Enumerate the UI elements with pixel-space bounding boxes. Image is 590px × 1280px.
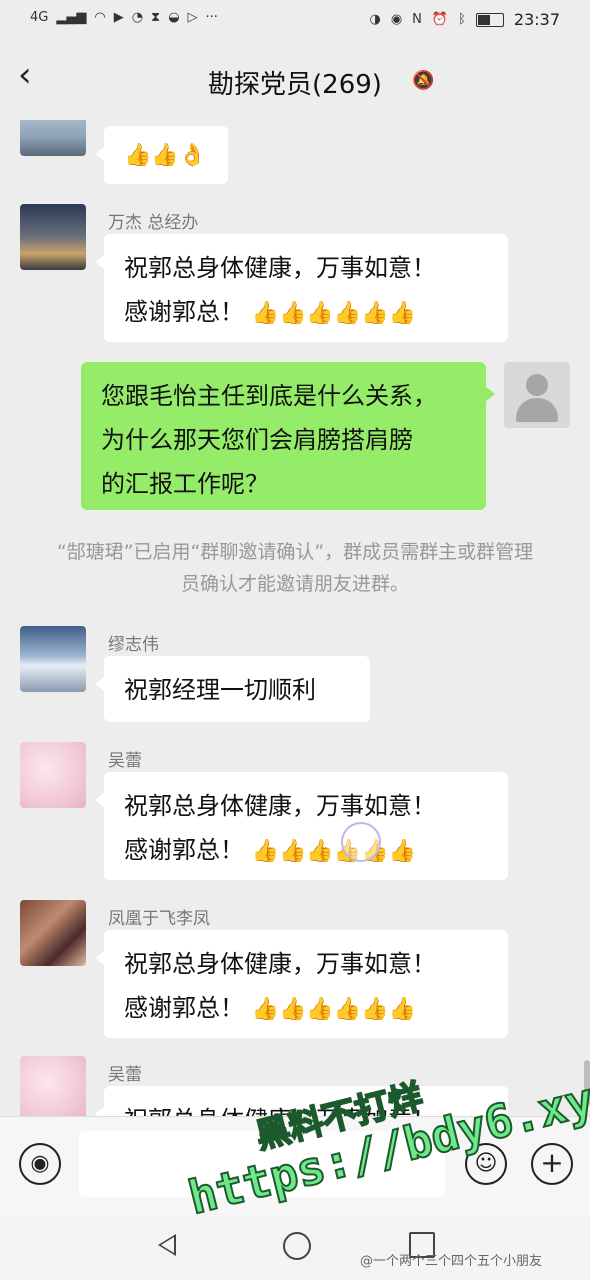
voice-icon[interactable]: ◉ — [19, 1143, 61, 1185]
message-text-line2: 感谢郭总！ 👍👍👍👍👍👍 — [124, 290, 488, 336]
message-text: 感谢郭总！ — [124, 836, 244, 864]
message-text: 祝郭总身体健康，万事如意！ — [124, 254, 436, 282]
message-bubble[interactable]: 祝郭总身体健康，万事如意！ 感谢郭总！ 👍👍👍👍👍👍 — [95, 930, 508, 1038]
message-text: 感谢郭总！ — [124, 298, 244, 326]
plus-icon[interactable]: + — [531, 1143, 573, 1185]
sender-name: 吴蕾 — [108, 751, 142, 771]
chat-header: ‹ 勘探党员(269) 🔕 — [0, 40, 590, 120]
avatar[interactable] — [20, 204, 86, 270]
message-bubble[interactable]: 您跟毛怡主任到底是什么关系， 为什么那天您们会肩膀搭肩膀 的汇报工作呢？ — [81, 362, 495, 510]
person-body — [516, 398, 558, 422]
battery-icon — [475, 12, 504, 27]
message-text-line2: 感谢郭总！ 👍👍👍👍👍👍 — [124, 986, 488, 1032]
message-bubble[interactable]: 祝郭总身体健康，万事如意！ 感谢郭总！ 👍👍👍👍👍👍 — [95, 234, 508, 342]
message-text: 的汇报工作呢？ — [101, 470, 269, 498]
message-bubble[interactable]: 祝郭经理一切顺利 — [95, 656, 370, 722]
battery-fill — [477, 14, 490, 25]
more-icon: ··· — [205, 10, 218, 25]
avatar[interactable] — [20, 626, 86, 692]
status-left: 4G ▂▄▆ ◠ ▶ ◔ ⧗ ◒ ▷ ··· — [30, 10, 218, 25]
touch-indicator — [341, 822, 381, 862]
chat-title: 勘探党员(269) — [208, 70, 382, 100]
message-bubble[interactable]: 👍👍👌 — [94, 126, 229, 184]
thumbs-up-icon: 👍👍👍👍👍👍 — [251, 839, 416, 864]
message-text: 祝郭总身体健康，万事如意！ — [124, 950, 436, 978]
message-list[interactable]: 👍👍👌 万杰 总经办 祝郭总身体健康，万事如意！ 感谢郭总！ 👍👍👍👍👍👍 您跟… — [0, 120, 590, 1116]
eye-icon: ◉ — [390, 12, 403, 27]
sender-name: 万杰 总经办 — [108, 213, 199, 233]
person-icon — [526, 374, 548, 396]
thumbs-up-icon: 👍👍👌 — [124, 143, 207, 168]
avatar[interactable] — [20, 742, 86, 808]
nav-home-icon[interactable] — [283, 1232, 311, 1260]
nfc-icon: N — [412, 12, 422, 27]
bell-off-icon: 🔕 — [412, 70, 435, 91]
message-input[interactable] — [79, 1131, 445, 1197]
play-app-icon: ▷ — [187, 10, 198, 25]
message-text: 为什么那天您们会肩膀搭肩膀 — [101, 426, 413, 454]
app-icon: ◔ — [131, 10, 144, 25]
avatar[interactable] — [504, 362, 570, 428]
message-bubble[interactable]: 祝郭总身体健康，万事如意！ 感谢郭总！ 👍👍👍👍👍👍 — [95, 772, 508, 880]
scrollbar[interactable] — [584, 1060, 590, 1106]
status-bar: 4G ▂▄▆ ◠ ▶ ◔ ⧗ ◒ ▷ ··· ◑ ◉ N ⏰ ᛒ 23:37 — [0, 0, 590, 40]
message-text: 祝郭总身体健康，万事如意！ — [124, 792, 436, 820]
video-icon: ▶ — [113, 10, 124, 25]
emoji-icon[interactable]: ☺ — [465, 1143, 507, 1185]
sender-name: 吴蕾 — [108, 1065, 142, 1085]
system-notice: “郜瑭珺”已启用“群聊邀请确认”，群成员需群主或群管理员确认才能邀请朋友进群。 — [56, 541, 534, 595]
thumbs-up-icon: 👍👍👍👍👍👍 — [251, 997, 416, 1022]
credit-text: @一个两个三个四个五个小朋友 — [360, 1254, 543, 1269]
nav-back-icon[interactable] — [158, 1234, 176, 1256]
message-bubble[interactable]: 祝郭总身体健康，万事如意！ — [95, 1086, 508, 1116]
message-text-line2: 感谢郭总！ 👍👍👍👍👍👍 — [124, 828, 488, 874]
bluetooth-icon: ᛒ — [458, 12, 466, 27]
hourglass-icon: ⧗ — [151, 10, 161, 25]
message-text: 您跟毛怡主任到底是什么关系， — [101, 382, 437, 410]
app2-icon: ◒ — [168, 10, 180, 25]
dnd-icon: ◑ — [369, 12, 381, 27]
signal-icon: ▂▄▆ — [56, 10, 87, 25]
status-right: ◑ ◉ N ⏰ ᛒ 23:37 — [369, 10, 560, 29]
system-nav-bar: @一个两个三个四个五个小朋友 — [0, 1216, 590, 1280]
input-bar: ◉ ☺ + — [0, 1116, 590, 1217]
wifi-icon: ◠ — [94, 10, 106, 25]
sender-name: 凤凰于飞李凤 — [108, 909, 210, 929]
message-text: 祝郭总身体健康，万事如意！ — [124, 1098, 488, 1116]
message-text: 祝郭经理一切顺利 — [124, 676, 316, 704]
sender-name: 缪志伟 — [108, 635, 159, 655]
message-text: 感谢郭总！ — [124, 994, 244, 1022]
clock: 23:37 — [513, 10, 560, 29]
network-label: 4G — [30, 10, 49, 25]
avatar[interactable] — [20, 1056, 86, 1116]
alarm-icon: ⏰ — [431, 12, 449, 27]
avatar[interactable] — [20, 120, 86, 156]
avatar[interactable] — [20, 900, 86, 966]
thumbs-up-icon: 👍👍👍👍👍👍 — [251, 301, 416, 326]
